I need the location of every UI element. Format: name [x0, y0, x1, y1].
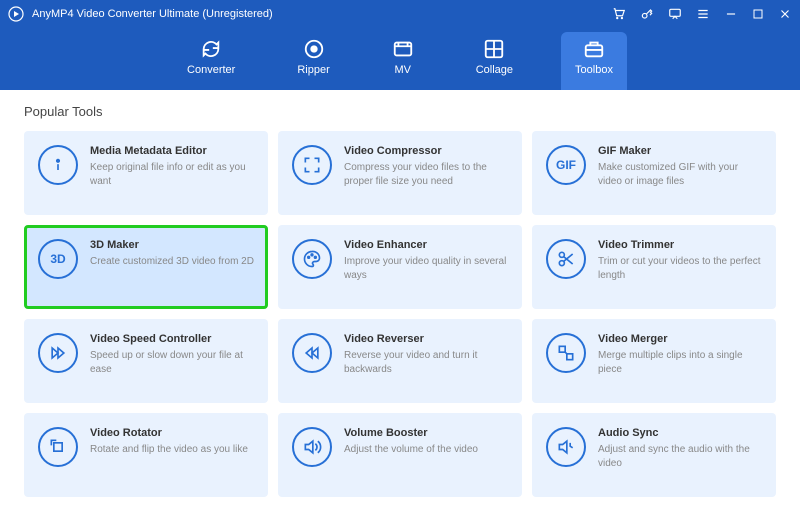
- tool-card[interactable]: Video Merger Merge multiple clips into a …: [532, 319, 776, 403]
- section-title: Popular Tools: [24, 104, 776, 119]
- title-controls: [612, 7, 792, 21]
- card-title: Video Speed Controller: [90, 333, 254, 345]
- card-icon: [292, 427, 332, 467]
- card-icon: [38, 145, 78, 185]
- nav-label: Converter: [187, 64, 235, 76]
- card-icon: [546, 427, 586, 467]
- nav-label: Ripper: [297, 64, 329, 76]
- card-desc: Keep original file info or edit as you w…: [90, 161, 254, 188]
- card-body: Audio Sync Adjust and sync the audio with…: [598, 427, 762, 483]
- tool-grid: Media Metadata Editor Keep original file …: [24, 131, 776, 497]
- toolbox-icon: [583, 38, 605, 60]
- nav-label: Collage: [476, 64, 513, 76]
- card-icon: [546, 239, 586, 279]
- card-body: GIF Maker Make customized GIF with your v…: [598, 145, 762, 201]
- card-body: 3D Maker Create customized 3D video from …: [90, 239, 254, 295]
- card-title: Volume Booster: [344, 427, 478, 439]
- tool-card[interactable]: Volume Booster Adjust the volume of the v…: [278, 413, 522, 497]
- close-icon[interactable]: [778, 7, 792, 21]
- chat-icon[interactable]: [668, 7, 682, 21]
- tool-card[interactable]: Video Rotator Rotate and flip the video a…: [24, 413, 268, 497]
- card-title: Video Enhancer: [344, 239, 508, 251]
- card-desc: Create customized 3D video from 2D: [90, 255, 254, 269]
- navbar: Converter Ripper MV Collage Toolbox: [0, 28, 800, 90]
- card-icon: [292, 239, 332, 279]
- card-desc: Improve your video quality in several wa…: [344, 255, 508, 282]
- key-icon[interactable]: [640, 7, 654, 21]
- tool-card[interactable]: Video Enhancer Improve your video quality…: [278, 225, 522, 309]
- tool-card[interactable]: Video Reverser Reverse your video and tur…: [278, 319, 522, 403]
- maximize-icon[interactable]: [752, 8, 764, 20]
- card-icon: [292, 333, 332, 373]
- content: Popular Tools Media Metadata Editor Keep …: [0, 90, 800, 511]
- tab-collage[interactable]: Collage: [462, 32, 527, 90]
- tab-toolbox[interactable]: Toolbox: [561, 32, 627, 90]
- tool-card[interactable]: Video Trimmer Trim or cut your videos to …: [532, 225, 776, 309]
- tab-ripper[interactable]: Ripper: [283, 32, 343, 90]
- card-body: Video Rotator Rotate and flip the video a…: [90, 427, 248, 483]
- card-title: Video Rotator: [90, 427, 248, 439]
- minimize-icon[interactable]: [724, 7, 738, 21]
- menu-icon[interactable]: [696, 7, 710, 21]
- card-title: Audio Sync: [598, 427, 762, 439]
- card-desc: Compress your video files to the proper …: [344, 161, 508, 188]
- card-icon: [38, 427, 78, 467]
- mv-icon: [392, 38, 414, 60]
- card-desc: Make customized GIF with your video or i…: [598, 161, 762, 188]
- window-title: AnyMP4 Video Converter Ultimate (Unregis…: [32, 8, 273, 20]
- app-logo-icon: [8, 6, 24, 22]
- collage-icon: [483, 38, 505, 60]
- card-icon: 3D: [38, 239, 78, 279]
- tab-mv[interactable]: MV: [378, 32, 428, 90]
- card-body: Video Speed Controller Speed up or slow d…: [90, 333, 254, 389]
- tool-card[interactable]: Media Metadata Editor Keep original file …: [24, 131, 268, 215]
- card-desc: Adjust the volume of the video: [344, 443, 478, 457]
- card-title: GIF Maker: [598, 145, 762, 157]
- tool-card[interactable]: 3D 3D Maker Create customized 3D video fro…: [24, 225, 268, 309]
- tool-card[interactable]: Video Speed Controller Speed up or slow d…: [24, 319, 268, 403]
- card-title: Video Trimmer: [598, 239, 762, 251]
- titlebar: AnyMP4 Video Converter Ultimate (Unregis…: [0, 0, 800, 28]
- card-desc: Rotate and flip the video as you like: [90, 443, 248, 457]
- card-title: Video Compressor: [344, 145, 508, 157]
- card-body: Media Metadata Editor Keep original file …: [90, 145, 254, 201]
- tool-card[interactable]: GIF GIF Maker Make customized GIF with you…: [532, 131, 776, 215]
- card-icon: [38, 333, 78, 373]
- ripper-icon: [303, 38, 325, 60]
- converter-icon: [200, 38, 222, 60]
- card-title: Media Metadata Editor: [90, 145, 254, 157]
- card-desc: Reverse your video and turn it backwards: [344, 349, 508, 376]
- card-icon: [292, 145, 332, 185]
- card-title: 3D Maker: [90, 239, 254, 251]
- card-body: Video Merger Merge multiple clips into a …: [598, 333, 762, 389]
- tool-card[interactable]: Audio Sync Adjust and sync the audio with…: [532, 413, 776, 497]
- card-desc: Adjust and sync the audio with the video: [598, 443, 762, 470]
- card-desc: Speed up or slow down your file at ease: [90, 349, 254, 376]
- card-icon: GIF: [546, 145, 586, 185]
- tab-converter[interactable]: Converter: [173, 32, 249, 90]
- card-body: Video Enhancer Improve your video quality…: [344, 239, 508, 295]
- card-body: Video Trimmer Trim or cut your videos to …: [598, 239, 762, 295]
- card-title: Video Merger: [598, 333, 762, 345]
- card-body: Video Compressor Compress your video file…: [344, 145, 508, 201]
- cart-icon[interactable]: [612, 7, 626, 21]
- card-icon: [546, 333, 586, 373]
- card-body: Video Reverser Reverse your video and tur…: [344, 333, 508, 389]
- card-body: Volume Booster Adjust the volume of the v…: [344, 427, 478, 483]
- nav-label: Toolbox: [575, 64, 613, 76]
- tool-card[interactable]: Video Compressor Compress your video file…: [278, 131, 522, 215]
- card-desc: Merge multiple clips into a single piece: [598, 349, 762, 376]
- card-desc: Trim or cut your videos to the perfect l…: [598, 255, 762, 282]
- card-title: Video Reverser: [344, 333, 508, 345]
- nav-label: MV: [394, 64, 411, 76]
